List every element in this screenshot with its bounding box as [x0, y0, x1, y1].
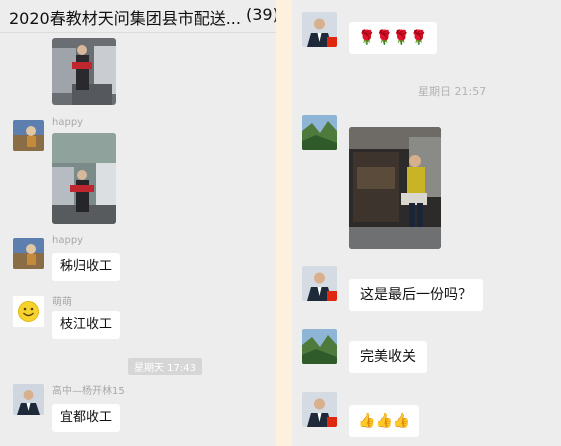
- suit-avatar[interactable]: [13, 384, 44, 415]
- smiley-avatar[interactable]: [13, 296, 44, 327]
- sender-avatar[interactable]: [13, 120, 44, 151]
- sender-name: 高中—杨开林15: [52, 386, 125, 397]
- suit-avatar[interactable]: [302, 266, 337, 301]
- sender-avatar[interactable]: [13, 238, 44, 269]
- sender-name: happy: [52, 235, 84, 246]
- chat-title-bar: 2020春教材天问集团县市配送... (39): [0, 0, 276, 33]
- mountain-avatar[interactable]: [302, 115, 337, 150]
- message-bubble[interactable]: 宜都收工: [52, 404, 121, 432]
- message-bubble[interactable]: 这是最后一份吗？: [349, 279, 483, 311]
- chat-photo-message[interactable]: [52, 133, 116, 224]
- thumbs-up-emoji: 👍: [375, 413, 393, 429]
- left-chat-window: 2020春教材天问集团县市配送... (39) happy happy 秭归收工…: [0, 0, 276, 446]
- suit-avatar[interactable]: [302, 12, 337, 47]
- message-bubble[interactable]: 完美收关: [349, 341, 427, 373]
- rose-emoji: 🌹: [392, 30, 411, 46]
- emoji-message[interactable]: 🌹🌹🌹🌹: [349, 22, 437, 54]
- chat-photo-message[interactable]: [349, 127, 441, 249]
- message-timestamp: 星期日 21:57: [418, 85, 487, 98]
- group-name[interactable]: 2020春教材天问集团县市配送...: [9, 5, 241, 29]
- message-bubble[interactable]: 枝江收工: [52, 311, 121, 339]
- rose-emoji: 🌹: [358, 30, 376, 46]
- right-chat-window: 🌹🌹🌹🌹 星期日 21:57 这是最后一份吗？ 完美收关 👍👍👍: [292, 0, 561, 446]
- sender-name: happy: [52, 117, 84, 128]
- rose-emoji: 🌹: [410, 30, 428, 46]
- thumbs-up-emoji: 👍: [358, 413, 376, 429]
- emoji-message[interactable]: 👍👍👍: [349, 405, 420, 437]
- rose-emoji: 🌹: [375, 30, 393, 46]
- mountain-avatar[interactable]: [302, 329, 337, 364]
- thumbs-up-emoji: 👍: [392, 413, 411, 429]
- member-count: (39): [246, 5, 276, 24]
- chat-photo-message[interactable]: [52, 38, 116, 105]
- message-timestamp: 星期天 17:43: [128, 358, 202, 375]
- sender-name: 萌萌: [52, 297, 72, 308]
- suit-avatar[interactable]: [302, 392, 337, 427]
- message-bubble[interactable]: 秭归收工: [52, 253, 121, 281]
